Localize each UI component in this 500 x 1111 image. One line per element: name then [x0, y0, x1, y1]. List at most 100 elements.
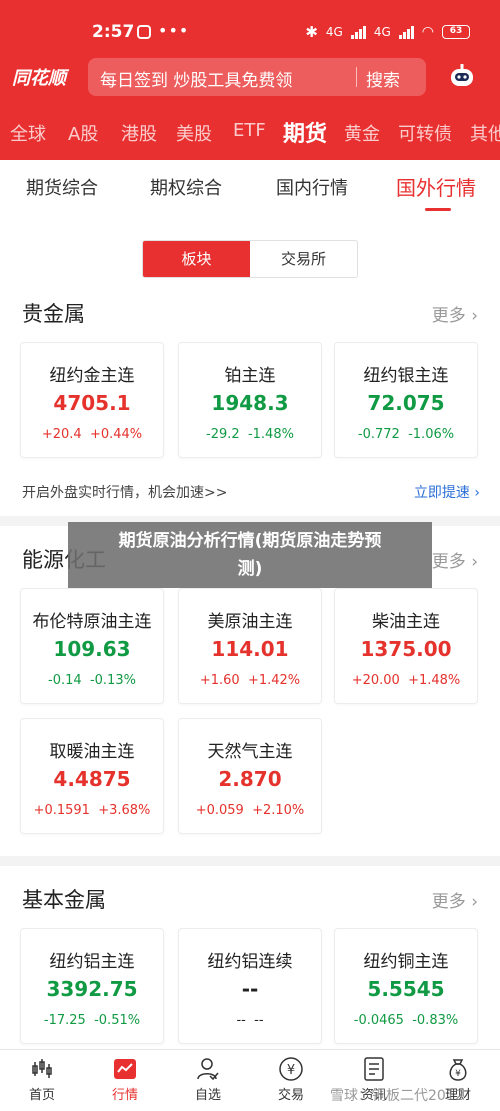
search-bar[interactable]: 每日签到 炒股工具免费领 搜索: [88, 58, 426, 96]
contract-price: 3392.75: [46, 977, 138, 1001]
battery-icon: 63: [442, 25, 470, 39]
search-placeholder[interactable]: 每日签到 炒股工具免费领: [100, 66, 292, 91]
quote-card[interactable]: 铂主连 1948.3 -29.2 -1.48%: [178, 342, 322, 458]
signal-icon-2: [398, 25, 414, 39]
contract-price: 1375.00: [360, 637, 452, 661]
yen-coin-icon: ¥: [279, 1057, 303, 1081]
contract-price: 2.870: [218, 767, 282, 791]
app-logo[interactable]: 同花顺: [12, 64, 66, 90]
futures-sub-tabs: 期货综合 期权综合 国内行情 国外行情: [0, 160, 500, 214]
more-label: 更多: [431, 892, 466, 912]
quote-card[interactable]: 纽约金主连 4705.1 +20.4 +0.44%: [20, 342, 164, 458]
group-toggle: 板块 交易所: [142, 240, 358, 278]
nav-market[interactable]: 行情: [95, 1056, 155, 1103]
contract-price: 5.5545: [367, 977, 445, 1001]
speed-up-link[interactable]: 立即提速 ›: [414, 482, 480, 502]
app-header: 2:57 ••• ✱ 4G 4G ◠ 63 同花顺 每日签到 炒股工具免费领 搜…: [0, 0, 500, 160]
nav-label: 首页: [28, 1088, 55, 1103]
market-tab-convertible[interactable]: 可转债: [398, 120, 452, 146]
quote-card[interactable]: 纽约铜主连 5.5545 -0.0465 -0.83%: [334, 928, 478, 1044]
search-button[interactable]: 搜索: [366, 66, 400, 91]
market-tab-hk[interactable]: 港股: [121, 120, 157, 146]
quote-card[interactable]: 布伦特原油主连 109.63 -0.14 -0.13%: [20, 588, 164, 704]
contract-price: 72.075: [367, 391, 445, 415]
contract-change: -29.2 -1.48%: [179, 427, 321, 442]
change-value: -0.14: [48, 673, 82, 688]
quote-card[interactable]: 纽约铝连续 -- -- --: [178, 928, 322, 1044]
market-tab-us[interactable]: 美股: [176, 120, 212, 146]
change-percent: -1.06%: [408, 427, 455, 442]
contract-change: +1.60 +1.42%: [179, 673, 321, 688]
toggle-sector[interactable]: 板块: [143, 241, 250, 277]
more-notifications-icon: •••: [158, 21, 190, 40]
contract-change: -0.0465 -0.83%: [335, 1013, 477, 1028]
contract-price: 109.63: [53, 637, 131, 661]
quote-card[interactable]: 美原油主连 114.01 +1.60 +1.42%: [178, 588, 322, 704]
contract-name: 布伦特原油主连: [32, 612, 152, 632]
contract-name: 柴油主连: [372, 612, 440, 632]
nav-home[interactable]: 首页: [12, 1056, 72, 1103]
precious-metals-section: 板块 交易所 贵金属 更多 › 纽约金主连 4705.1 +20.4 +0.44…: [0, 214, 500, 516]
quote-card[interactable]: 天然气主连 2.870 +0.059 +2.10%: [178, 718, 322, 834]
market-tab-gold[interactable]: 黄金: [344, 120, 380, 146]
contract-name: 取暖油主连: [49, 742, 135, 762]
network-label-1: 4G: [325, 25, 343, 39]
contract-name: 纽约铝主连: [49, 952, 135, 972]
quote-card[interactable]: 取暖油主连 4.4875 +0.1591 +3.68%: [20, 718, 164, 834]
market-tab-a-share[interactable]: A股: [68, 120, 98, 146]
overlay-line-1: 期货原油分析行情(期货原油走势预: [118, 531, 382, 551]
network-label-2: 4G: [373, 25, 391, 39]
contract-price: 114.01: [211, 637, 289, 661]
wifi-icon: ◠: [421, 24, 434, 40]
change-percent: -1.48%: [247, 427, 294, 442]
subtab-options-overview[interactable]: 期权综合: [150, 174, 222, 200]
market-tab-futures[interactable]: 期货: [283, 116, 327, 148]
overlay-line-2: 测): [237, 559, 263, 579]
document-icon: [364, 1057, 384, 1081]
more-label: 更多: [431, 306, 466, 326]
quote-card[interactable]: 柴油主连 1375.00 +20.00 +1.48%: [334, 588, 478, 704]
change-percent: -0.83%: [412, 1013, 459, 1028]
nav-watchlist[interactable]: 自选: [178, 1056, 238, 1103]
more-link[interactable]: 更多 ›: [432, 887, 478, 912]
contract-change: +0.1591 +3.68%: [21, 803, 163, 818]
signal-icon: [350, 25, 366, 39]
subtab-domestic[interactable]: 国内行情: [276, 174, 348, 200]
toggle-exchange[interactable]: 交易所: [250, 241, 357, 277]
active-tab-indicator: [425, 208, 451, 211]
notification-app-icon: [137, 25, 151, 39]
change-value: -17.25: [43, 1013, 86, 1028]
nav-label: 自选: [194, 1088, 221, 1103]
market-tab-other[interactable]: 其他: [470, 120, 500, 146]
market-tab-etf[interactable]: ETF: [233, 120, 266, 141]
change-percent: -0.51%: [94, 1013, 141, 1028]
change-percent: +1.42%: [247, 673, 301, 688]
contract-price: 4705.1: [53, 391, 131, 415]
promo-text: 开启外盘实时行情，机会加速>>: [22, 485, 228, 501]
market-tab-global[interactable]: 全球: [10, 120, 46, 146]
svg-text:¥: ¥: [287, 1063, 295, 1078]
contract-name: 纽约银主连: [363, 366, 449, 386]
more-label: 更多: [431, 552, 466, 572]
change-value: +1.60: [199, 673, 240, 688]
search-divider: [356, 67, 357, 87]
more-link[interactable]: 更多 ›: [432, 547, 478, 572]
contract-price: --: [241, 977, 259, 1001]
speed-up-label: 立即提速: [413, 485, 470, 501]
nav-trade[interactable]: ¥ 交易: [261, 1056, 321, 1103]
quote-card[interactable]: 纽约银主连 72.075 -0.772 -1.06%: [334, 342, 478, 458]
status-bar: 2:57 ••• ✱ 4G 4G ◠ 63: [0, 0, 500, 60]
status-time: 2:57: [92, 22, 135, 42]
change-percent: +3.68%: [98, 803, 151, 818]
status-indicators: ✱ 4G 4G ◠ 63: [305, 23, 470, 41]
subtab-foreign[interactable]: 国外行情: [396, 172, 476, 201]
contract-name: 纽约铜主连: [363, 952, 449, 972]
money-bag-icon: ¥: [449, 1059, 467, 1081]
robot-assistant-icon[interactable]: [448, 62, 476, 90]
quote-card[interactable]: 纽约铝主连 3392.75 -17.25 -0.51%: [20, 928, 164, 1044]
contract-price: 4.4875: [53, 767, 131, 791]
subtab-futures-overview[interactable]: 期货综合: [26, 174, 98, 200]
market-chart-icon: [114, 1059, 136, 1079]
contract-name: 天然气主连: [207, 742, 293, 762]
more-link[interactable]: 更多 ›: [432, 301, 478, 326]
